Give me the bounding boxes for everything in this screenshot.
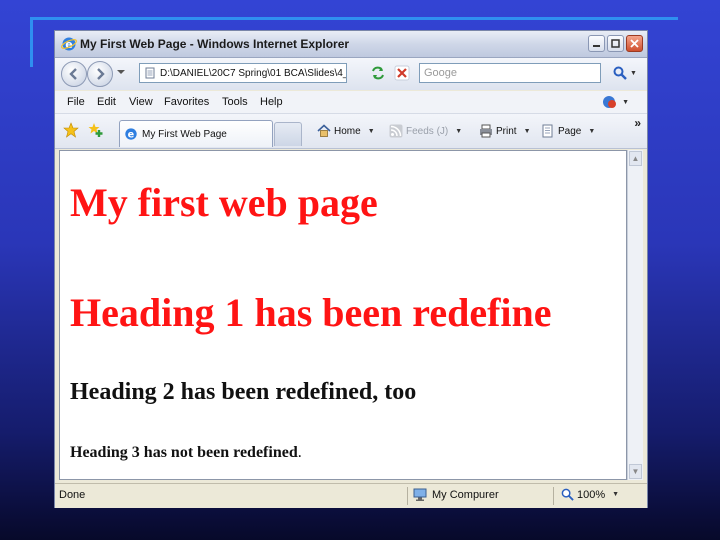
chevron-down-icon: ▼ xyxy=(588,127,596,135)
heading-3-text: Heading 3 has not been redefined xyxy=(70,444,298,461)
close-button[interactable] xyxy=(626,35,643,52)
chevron-down-icon[interactable]: ▼ xyxy=(368,128,375,135)
window-controls xyxy=(588,35,643,52)
forward-button[interactable] xyxy=(87,61,113,87)
minimize-button[interactable] xyxy=(588,35,605,52)
page-label: Page xyxy=(558,125,582,137)
maximize-button[interactable] xyxy=(607,35,624,52)
status-divider xyxy=(553,487,554,505)
tab-label: My First Web Page xyxy=(142,128,227,140)
status-bar: Done My Compurer 100% ▼ xyxy=(55,483,647,508)
scroll-down-arrow[interactable]: ▼ xyxy=(629,464,642,479)
slide-decoration-left-line xyxy=(30,17,33,67)
search-input[interactable]: Googe xyxy=(419,63,601,83)
search-icon xyxy=(613,66,627,80)
home-icon xyxy=(317,124,331,137)
menu-bar: File Edit View Favorites Tools Help ▼ xyxy=(55,91,647,114)
heading-my-first-web-page: My first web page xyxy=(70,180,378,225)
menu-help[interactable]: Help xyxy=(260,96,283,108)
page-menu-button[interactable]: Page ▼ xyxy=(541,124,595,138)
back-icon xyxy=(69,68,77,80)
chevron-down-icon: ▼ xyxy=(622,98,629,106)
tab-my-first-web-page[interactable]: e My First Web Page xyxy=(119,120,273,147)
favorites-star-icon[interactable] xyxy=(63,122,79,138)
security-zone[interactable]: My Compurer xyxy=(413,488,499,502)
address-toolbar: D:\DANIEL\20C7 Spring\01 BCA\Slides\4_ G… xyxy=(55,58,647,90)
window-title: My First Web Page - Windows Internet Exp… xyxy=(80,37,350,51)
svg-text:e: e xyxy=(128,130,135,141)
security-zone-label: My Compurer xyxy=(432,489,499,501)
toolbar-overflow-chevron[interactable]: » xyxy=(634,116,641,130)
menu-edit[interactable]: Edit xyxy=(97,96,116,108)
zoom-control[interactable]: 100% ▼ xyxy=(561,488,619,501)
tools-menu-button[interactable]: ▼ xyxy=(602,94,629,110)
home-label: Home xyxy=(334,125,361,137)
tools-icon xyxy=(603,96,617,108)
back-button[interactable] xyxy=(61,61,87,87)
feeds-button[interactable]: Feeds (J) ▼ xyxy=(389,124,462,138)
heading-1-redefined: Heading 1 has been redefine xyxy=(70,290,552,335)
page-icon xyxy=(145,67,155,79)
print-label: Print xyxy=(496,125,517,137)
minimize-icon xyxy=(593,45,600,47)
address-bar[interactable]: D:\DANIEL\20C7 Spring\01 BCA\Slides\4_ xyxy=(139,63,347,83)
stop-icon xyxy=(394,65,410,81)
page-icon xyxy=(542,124,553,138)
vertical-scrollbar[interactable]: ▲ ▼ xyxy=(627,150,643,480)
menu-file[interactable]: File xyxy=(67,96,85,108)
heading-2-redefined: Heading 2 has been redefined, too xyxy=(70,379,417,405)
search-button[interactable]: ▼ xyxy=(609,63,641,83)
browser-window: e My First Web Page - Windows Internet E… xyxy=(54,30,648,508)
slide-decoration-top-line xyxy=(30,17,678,20)
heading-3-period: . xyxy=(297,444,302,461)
print-icon xyxy=(480,124,492,138)
heading-3-not-redefined: Heading 3 has not been redefined. xyxy=(70,444,302,462)
chevron-down-icon: ▼ xyxy=(630,69,637,77)
home-button[interactable]: Home ▼ xyxy=(317,124,375,138)
menu-view[interactable]: View xyxy=(129,96,153,108)
chevron-down-icon[interactable]: ▼ xyxy=(524,128,531,135)
address-url: D:\DANIEL\20C7 Spring\01 BCA\Slides\4_ xyxy=(160,67,347,79)
feeds-label: Feeds (J) xyxy=(406,125,449,137)
chevron-down-icon[interactable]: ▼ xyxy=(455,128,462,135)
feeds-icon xyxy=(389,124,403,138)
stop-button[interactable] xyxy=(392,63,412,83)
forward-icon xyxy=(97,68,105,80)
add-favorites-icon[interactable] xyxy=(88,122,104,138)
zoom-level: 100% xyxy=(577,488,606,501)
refresh-button[interactable] xyxy=(368,63,388,83)
zoom-icon xyxy=(561,488,574,501)
print-button[interactable]: Print ▼ xyxy=(479,124,531,138)
menu-tools[interactable]: Tools xyxy=(222,96,248,108)
status-divider xyxy=(407,487,408,505)
refresh-icon xyxy=(372,66,384,80)
chevron-down-icon: ▼ xyxy=(612,491,620,498)
new-tab-button[interactable] xyxy=(274,122,302,146)
scroll-up-arrow[interactable]: ▲ xyxy=(629,151,642,166)
page-content: My first web page Heading 1 has been red… xyxy=(59,150,627,480)
close-icon xyxy=(630,39,639,48)
computer-icon xyxy=(413,488,427,501)
ie-logo-icon: e xyxy=(125,128,137,141)
recent-pages-dropdown[interactable] xyxy=(117,70,125,74)
menu-favorites[interactable]: Favorites xyxy=(164,96,209,108)
title-bar[interactable]: e My First Web Page - Windows Internet E… xyxy=(55,31,647,58)
status-text: Done xyxy=(59,489,86,501)
favorites-bar: e My First Web Page Home ▼ Feeds (J) ▼ P… xyxy=(55,114,647,149)
ie-logo-icon: e xyxy=(61,37,77,51)
maximize-icon xyxy=(611,39,620,48)
